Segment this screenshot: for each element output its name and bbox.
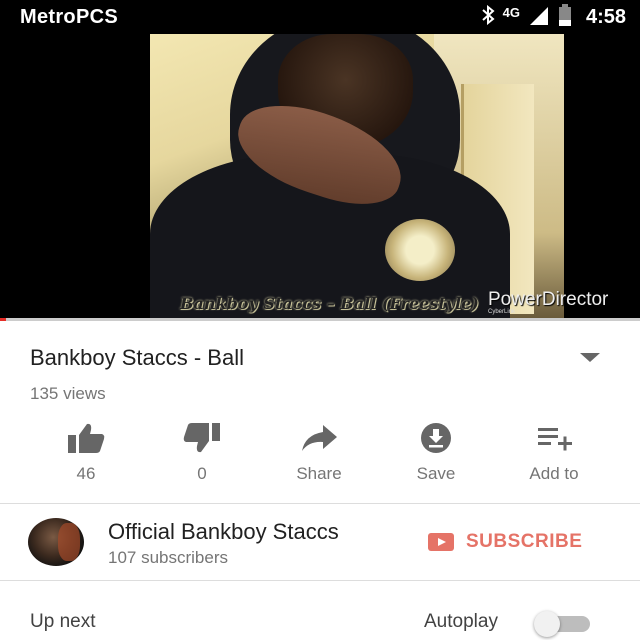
signal-icon [528,5,550,30]
video-title: Bankboy Staccs - Ball [30,345,244,370]
dislike-count: 0 [197,464,207,483]
channel-name[interactable]: Official Bankboy Staccs [108,519,339,545]
carrier-name: MetroPCS [20,6,118,28]
add-to-label: Add to [529,464,579,483]
video-frame [150,34,564,318]
status-icons: 4G 4:58 [481,3,626,31]
video-progress-fill [0,318,7,321]
channel-row: Official Bankboy Staccs 107 subscribers … [0,505,640,580]
autoplay-toggle-thumb [534,611,560,637]
subscribe-label: SUBSCRIBE [466,531,583,552]
save-button[interactable]: Save [378,420,494,490]
share-icon [261,420,377,456]
like-count: 46 [76,464,96,483]
view-count: 135 views [30,384,106,403]
video-subject-watch [385,219,455,281]
add-to-button[interactable]: Add to [496,420,612,490]
network-type-label: 4G [502,4,520,20]
watermark-brand: PowerDirector [488,289,609,310]
action-bar: 46 0 Share Save Add to [28,420,612,490]
subscriber-count: 107 subscribers [108,548,229,567]
thumbs-down-icon [144,420,260,456]
video-overlay-title: Bankboy Staccs – Ball (Freestyle) [180,294,479,313]
video-progress-bar[interactable] [0,318,640,321]
channel-avatar[interactable] [28,518,84,566]
video-player[interactable]: Bankboy Staccs – Ball (Freestyle) CyberL… [0,34,640,318]
status-bar: MetroPCS 4G 4:58 [0,0,640,34]
thumbs-up-icon [28,420,144,456]
like-button[interactable]: 46 [28,420,144,490]
youtube-play-icon [428,533,454,551]
autoplay-label: Autoplay [424,611,498,632]
expand-description-icon[interactable] [580,353,600,362]
up-next-label: Up next [30,611,96,632]
download-icon [378,420,494,456]
divider [0,580,640,581]
clock: 4:58 [585,5,626,28]
autoplay-toggle[interactable] [534,611,592,637]
battery-icon [558,3,572,31]
divider [0,503,640,504]
playlist-add-icon [496,420,612,456]
save-label: Save [416,464,456,483]
share-label: Share [296,464,342,483]
share-button[interactable]: Share [261,420,377,490]
dislike-button[interactable]: 0 [144,420,260,490]
subscribe-button[interactable]: SUBSCRIBE [428,531,582,553]
bluetooth-icon [481,4,495,30]
